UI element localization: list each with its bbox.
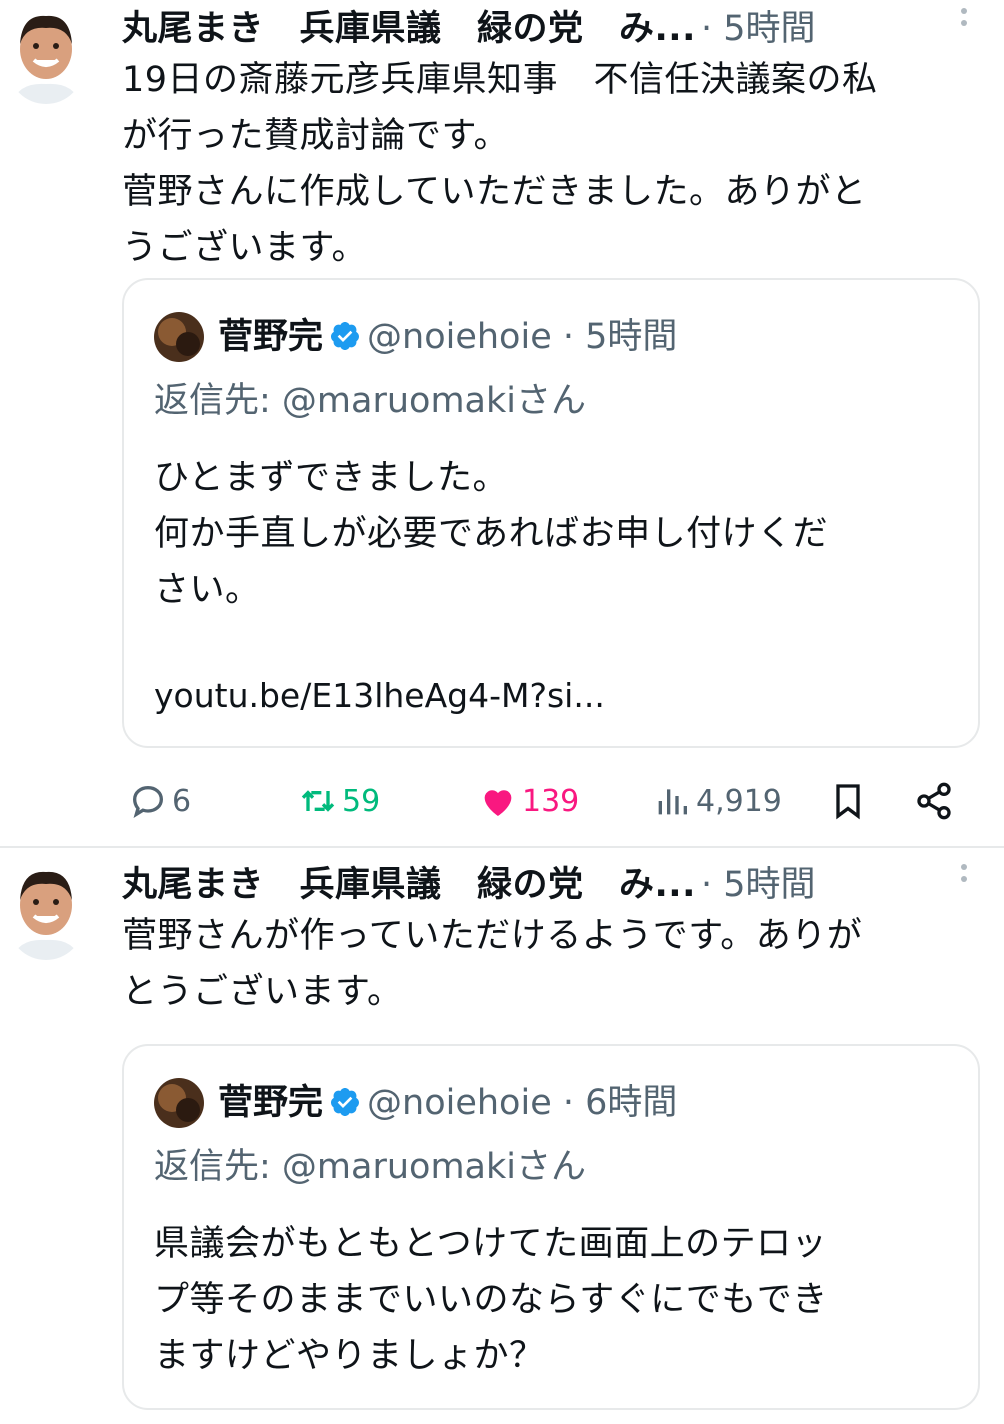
author-avatar[interactable] xyxy=(8,4,84,104)
author-avatar[interactable] xyxy=(8,860,84,960)
post-text-line: 菅野さんが作っていただけるようです。ありが xyxy=(122,916,863,956)
post-text-line: が行った賛成討論です。 xyxy=(122,116,510,156)
reply-count: 6 xyxy=(172,783,192,819)
views-count: 4,919 xyxy=(696,783,782,819)
quoted-post[interactable]: 菅野完 @noiehoie · 5時間 返信先: @maruomakiさん ひとま… xyxy=(122,278,980,748)
post-text: 19日の斎藤元彦兵庫県知事 不信任決議案の私 が行った賛成討論です。 菅野さんに… xyxy=(122,52,992,276)
verified-badge-icon xyxy=(331,1088,360,1116)
retweet-icon xyxy=(301,790,335,812)
more-options-icon[interactable] xyxy=(944,2,984,46)
quoted-text-line: さい。 xyxy=(154,570,261,610)
quoted-author-handle[interactable]: @noiehoie xyxy=(367,317,552,357)
quoted-text-line: ますけどやりましょか？ xyxy=(154,1336,545,1376)
post-text-line: うございます。 xyxy=(122,228,368,268)
author-name[interactable]: 丸尾まき 兵庫県議 緑の党 み... xyxy=(122,9,696,49)
quoted-text: 県議会がもともとつけてた画面上のテロッ プ等そのままでいいのならすぐにでもでき … xyxy=(154,1216,828,1384)
action-bar: 6 59 139 4,919 xyxy=(122,778,972,828)
quoted-author-avatar[interactable] xyxy=(154,312,204,362)
post-text-line: 菅野さんに作成していただきました。ありがと xyxy=(122,172,867,212)
post-text-line: 19日の斎藤元彦兵庫県知事 不信任決議案の私 xyxy=(122,60,878,100)
quoted-text-line: 何か手直しが必要であればお申し付けくだ xyxy=(154,514,829,554)
like-button[interactable]: 139 xyxy=(478,778,579,824)
quoted-text: ひとまずできました。 何か手直しが必要であればお申し付けくだ さい。 xyxy=(154,450,828,618)
views-button[interactable]: 4,919 xyxy=(652,778,782,824)
reply-to-label[interactable]: 返信先: @maruomakiさん xyxy=(154,372,586,423)
verified-badge-icon xyxy=(331,322,360,350)
quoted-text-line: 県議会がもともとつけてた画面上のテロッ xyxy=(154,1224,828,1264)
share-icon xyxy=(917,782,951,820)
author-name[interactable]: 丸尾まき 兵庫県議 緑の党 み... xyxy=(122,865,696,905)
quoted-header: 菅野完 @noiehoie · 6時間 xyxy=(218,1074,677,1125)
quoted-author-name[interactable]: 菅野完 xyxy=(218,1083,323,1123)
post-divider xyxy=(0,846,1004,848)
heart-icon xyxy=(484,790,512,816)
post-header: 丸尾まき 兵庫県議 緑の党 み... · 5時間 xyxy=(122,0,982,49)
retweet-button[interactable]: 59 xyxy=(298,778,380,824)
post-text-line: とうございます。 xyxy=(122,972,403,1012)
post[interactable]: 丸尾まき 兵庫県議 緑の党 み... · 5時間 19日の斎藤元彦兵庫県知事 不… xyxy=(0,0,1004,838)
bookmark-icon xyxy=(836,784,860,820)
quoted-link[interactable]: youtu.be/E13lheAg4-M?si... xyxy=(154,676,605,715)
share-button[interactable] xyxy=(914,778,954,824)
like-count: 139 xyxy=(522,783,580,819)
reply-to-label[interactable]: 返信先: @maruomakiさん xyxy=(154,1138,586,1189)
post-text: 菅野さんが作っていただけるようです。ありが とうございます。 xyxy=(122,908,992,1020)
post[interactable]: 丸尾まき 兵庫県議 緑の党 み... · 5時間 菅野さんが作っていただけるよう… xyxy=(0,856,1004,1424)
reply-icon xyxy=(132,785,164,819)
post-time[interactable]: · 5時間 xyxy=(701,865,816,905)
quoted-post[interactable]: 菅野完 @noiehoie · 6時間 返信先: @maruomakiさん 県議会… xyxy=(122,1044,980,1410)
more-options-icon[interactable] xyxy=(944,858,984,902)
quoted-post-time[interactable]: · 5時間 xyxy=(563,317,678,357)
quoted-text-line: ひとまずできました。 xyxy=(154,458,508,498)
reply-button[interactable]: 6 xyxy=(128,778,191,824)
quoted-author-avatar[interactable] xyxy=(154,1078,204,1128)
quoted-post-time[interactable]: · 6時間 xyxy=(563,1083,678,1123)
views-icon xyxy=(658,789,687,815)
quoted-author-name[interactable]: 菅野完 xyxy=(218,317,323,357)
quoted-author-handle[interactable]: @noiehoie xyxy=(367,1083,552,1123)
post-header: 丸尾まき 兵庫県議 緑の党 み... · 5時間 xyxy=(122,856,982,905)
bookmark-button[interactable] xyxy=(828,778,868,824)
quoted-header: 菅野完 @noiehoie · 5時間 xyxy=(218,308,677,359)
quoted-text-line: プ等そのままでいいのならすぐにでもでき xyxy=(154,1280,828,1320)
post-time[interactable]: · 5時間 xyxy=(701,9,816,49)
retweet-count: 59 xyxy=(342,783,381,819)
